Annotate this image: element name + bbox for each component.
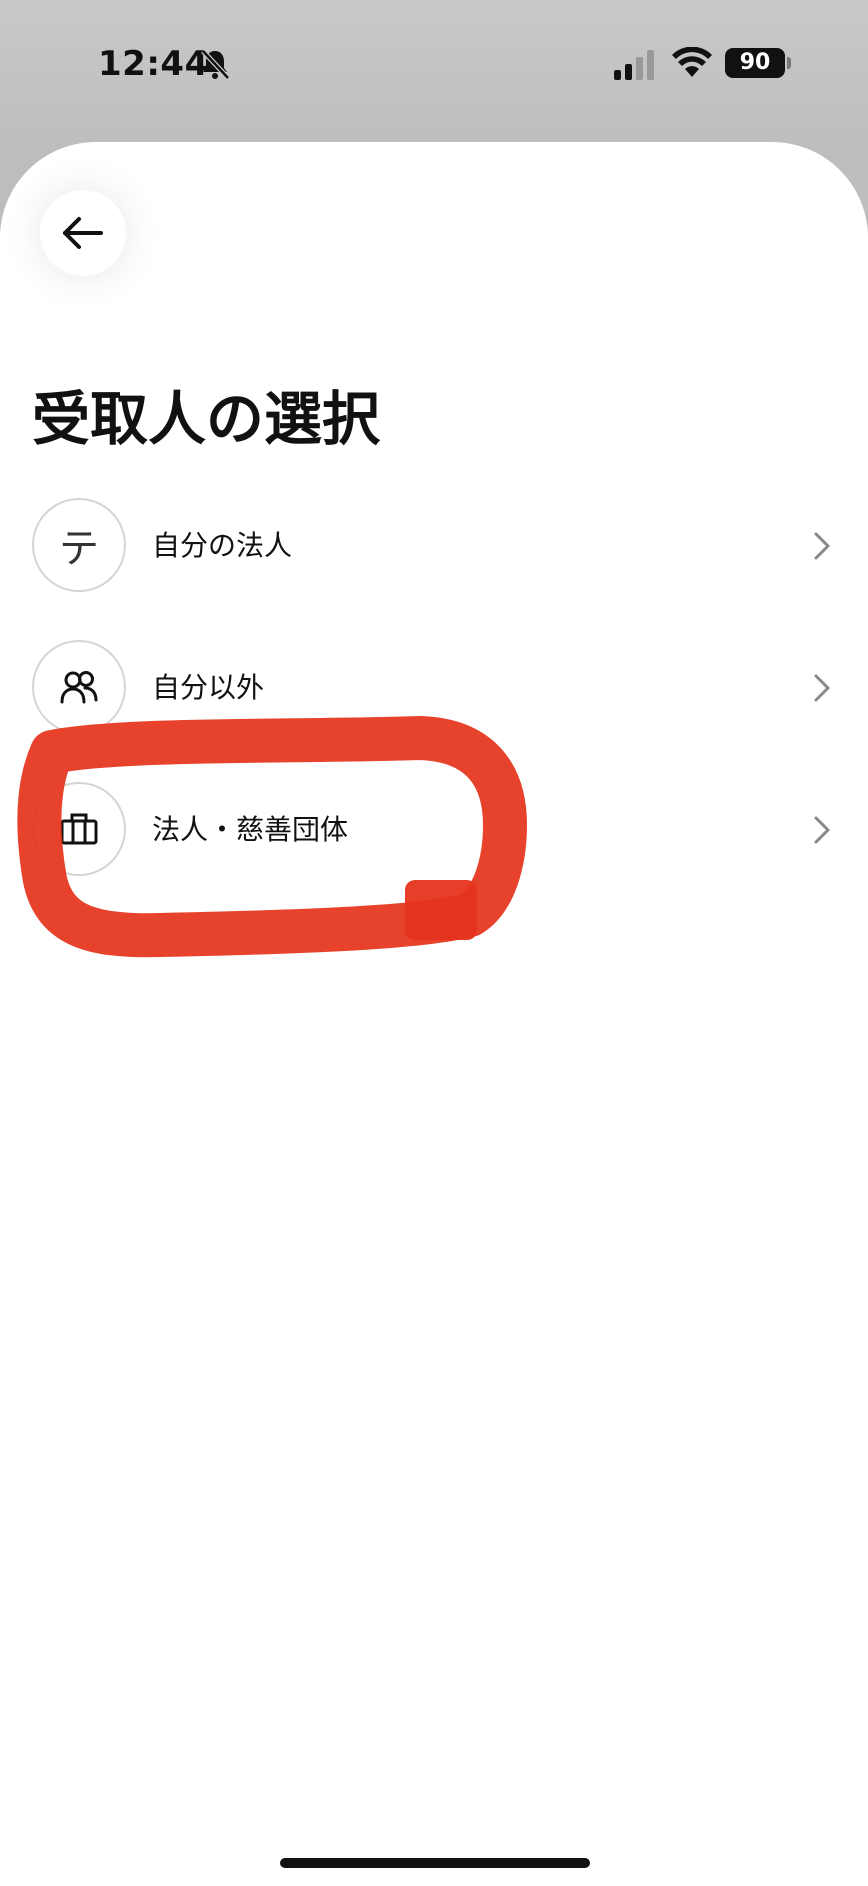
chevron-right-icon [814,532,830,560]
arrow-left-icon [63,217,103,249]
chevron-right-icon [814,816,830,844]
recipient-own-company-label: 自分の法人 [152,529,293,562]
briefcase-icon [60,813,98,845]
battery-level: 90 [739,50,771,75]
recipient-organization-label: 法人・慈善団体 [152,813,349,846]
recipient-others-label: 自分以外 [152,671,265,704]
recipient-own-company-row[interactable]: テ 自分の法人 [0,484,868,604]
bell-slash-icon [201,49,230,80]
chevron-right-icon [814,674,830,702]
recipient-organization-row[interactable]: 法人・慈善団体 [0,768,868,888]
status-time: 12:44 [98,44,209,84]
briefcase-icon-avatar [32,782,126,876]
people-icon-avatar [32,640,126,734]
wifi-icon [672,47,712,77]
back-button[interactable] [40,190,126,276]
battery-icon: 90 [725,48,785,78]
letter-avatar: テ [32,498,126,592]
home-indicator [280,1858,590,1868]
page-title: 受取人の選択 [32,385,381,453]
status-bar: 12:44 90 [0,0,868,130]
battery-tip [787,57,791,69]
recipient-others-row[interactable]: 自分以外 [0,626,868,746]
avatar-letter: テ [59,526,99,572]
signal-icon [614,50,654,80]
people-icon [60,671,98,704]
